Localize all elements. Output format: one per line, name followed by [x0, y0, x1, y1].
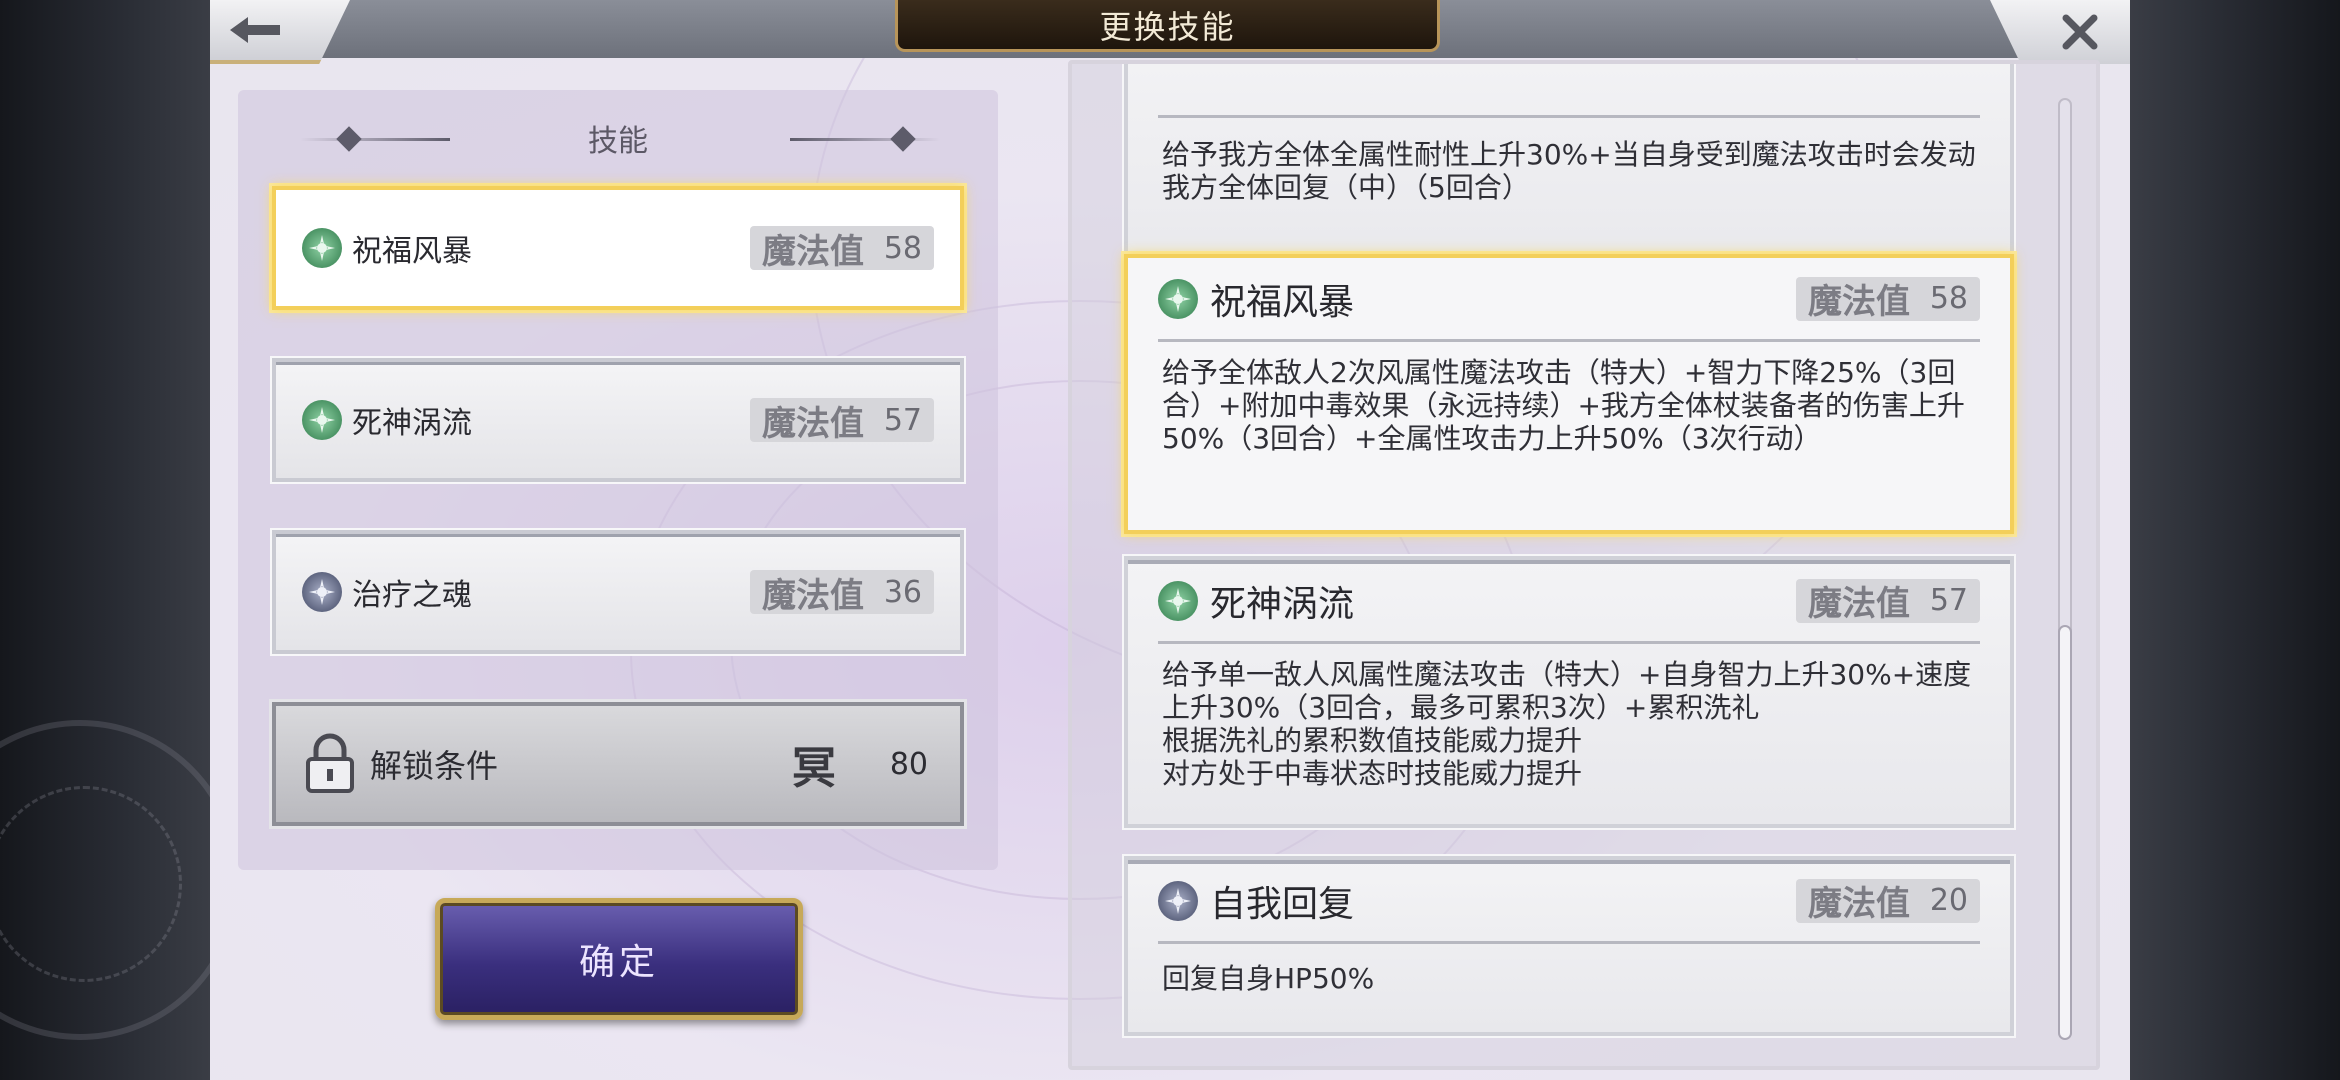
wind-icon — [302, 228, 342, 268]
detail-head — [1158, 64, 1980, 118]
wind-icon — [1158, 580, 1198, 621]
mp-value: 58 — [883, 230, 922, 266]
mp-value: 57 — [883, 402, 922, 438]
holy-icon — [302, 572, 342, 612]
mp-label: 魔法值 — [762, 575, 864, 616]
mp-value: 20 — [1929, 883, 1968, 918]
skill-detail-card-3[interactable]: 自我回复 魔法值 20 回复自身HP50% — [1124, 856, 2014, 1036]
mp-badge: 魔法值 58 — [1796, 276, 1980, 322]
skill-slot-3[interactable]: 治疗之魂 魔法值 36 — [272, 530, 964, 654]
locked-skill-slot[interactable]: 解锁条件 冥 80 — [272, 702, 964, 826]
gear-decor — [0, 720, 240, 1040]
mp-label: 魔法值 — [1808, 884, 1910, 924]
skill-description: 给予全体敌人2次风属性魔法攻击（特大）+智力下降25%（3回合）+附加中毒效果（… — [1162, 356, 1965, 455]
unlock-condition-value: 80 — [889, 746, 928, 782]
skill-name: 自我回复 — [1210, 883, 1355, 925]
wind-icon — [1158, 278, 1198, 319]
mp-label: 魔法值 — [1808, 584, 1910, 624]
mp-value: 58 — [1929, 281, 1968, 316]
skill-description: 给予我方全体全属性耐性上升30%+当自身受到魔法攻击时会发动我方全体回复（中）（… — [1162, 138, 1976, 204]
skill-description-note: 对方处于中毒状态时技能威力提升 — [1162, 757, 1583, 790]
mp-value: 57 — [1929, 583, 1968, 618]
skill-name: 祝福风暴 — [1210, 281, 1355, 323]
skill-description-note: 根据洗礼的累积数值技能威力提升 — [1162, 724, 1583, 757]
lock-icon — [306, 733, 354, 793]
scrollbar-thumb[interactable] — [2058, 625, 2072, 1040]
left-border-decor — [0, 0, 240, 1080]
skill-detail-card-1[interactable]: 祝福风暴 魔法值 58 给予全体敌人2次风属性魔法攻击（特大）+智力下降25%（… — [1124, 254, 2014, 534]
skill-name: 治疗之魂 — [352, 578, 472, 613]
unlock-condition-label: 解锁条件 — [370, 747, 499, 785]
mp-badge: 魔法值 58 — [750, 226, 934, 272]
skill-slot-2[interactable]: 死神涡流 魔法值 57 — [272, 358, 964, 482]
skill-name: 死神涡流 — [1210, 583, 1355, 625]
page-title: 更换技能 — [895, 0, 1440, 52]
detail-head: 死神涡流 魔法值 57 — [1158, 560, 1980, 644]
mp-badge: 魔法值 57 — [750, 398, 934, 444]
close-icon — [2062, 14, 2098, 50]
skill-description: 给予单一敌人风属性魔法攻击（特大）+自身智力上升30%+速度上升30%（3回合，… — [1162, 658, 1972, 724]
mp-badge: 魔法值 57 — [1796, 578, 1980, 624]
skill-slot-1[interactable]: 祝福风暴 魔法值 58 — [272, 186, 964, 310]
detail-head: 自我回复 魔法值 20 — [1158, 860, 1980, 944]
skill-name: 祝福风暴 — [352, 234, 472, 269]
arrow-left-icon — [230, 17, 280, 43]
mp-label: 魔法值 — [762, 231, 864, 272]
mp-label: 魔法值 — [762, 403, 864, 444]
mp-label: 魔法值 — [1808, 282, 1910, 322]
mp-badge: 魔法值 20 — [1796, 878, 1980, 924]
detail-head: 祝福风暴 魔法值 58 — [1158, 258, 1980, 342]
skill-detail-panel: 给予我方全体全属性耐性上升30%+当自身受到魔法攻击时会发动我方全体回复（中）（… — [1068, 60, 2100, 1070]
right-border-decor — [2130, 0, 2340, 1080]
unlock-condition-glyph: 冥 — [791, 743, 836, 794]
holy-icon — [1158, 880, 1198, 921]
skill-list-heading: 技能 — [588, 124, 648, 159]
skill-description: 回复自身HP50% — [1162, 962, 1375, 995]
wind-icon — [302, 400, 342, 440]
skill-detail-card-2[interactable]: 死神涡流 魔法值 57 给予单一敌人风属性魔法攻击（特大）+自身智力上升30%+… — [1124, 556, 2014, 828]
mp-value: 36 — [883, 574, 922, 610]
mp-badge: 魔法值 36 — [750, 570, 934, 616]
confirm-button[interactable]: 确定 — [435, 898, 803, 1020]
skill-name: 死神涡流 — [352, 406, 472, 441]
